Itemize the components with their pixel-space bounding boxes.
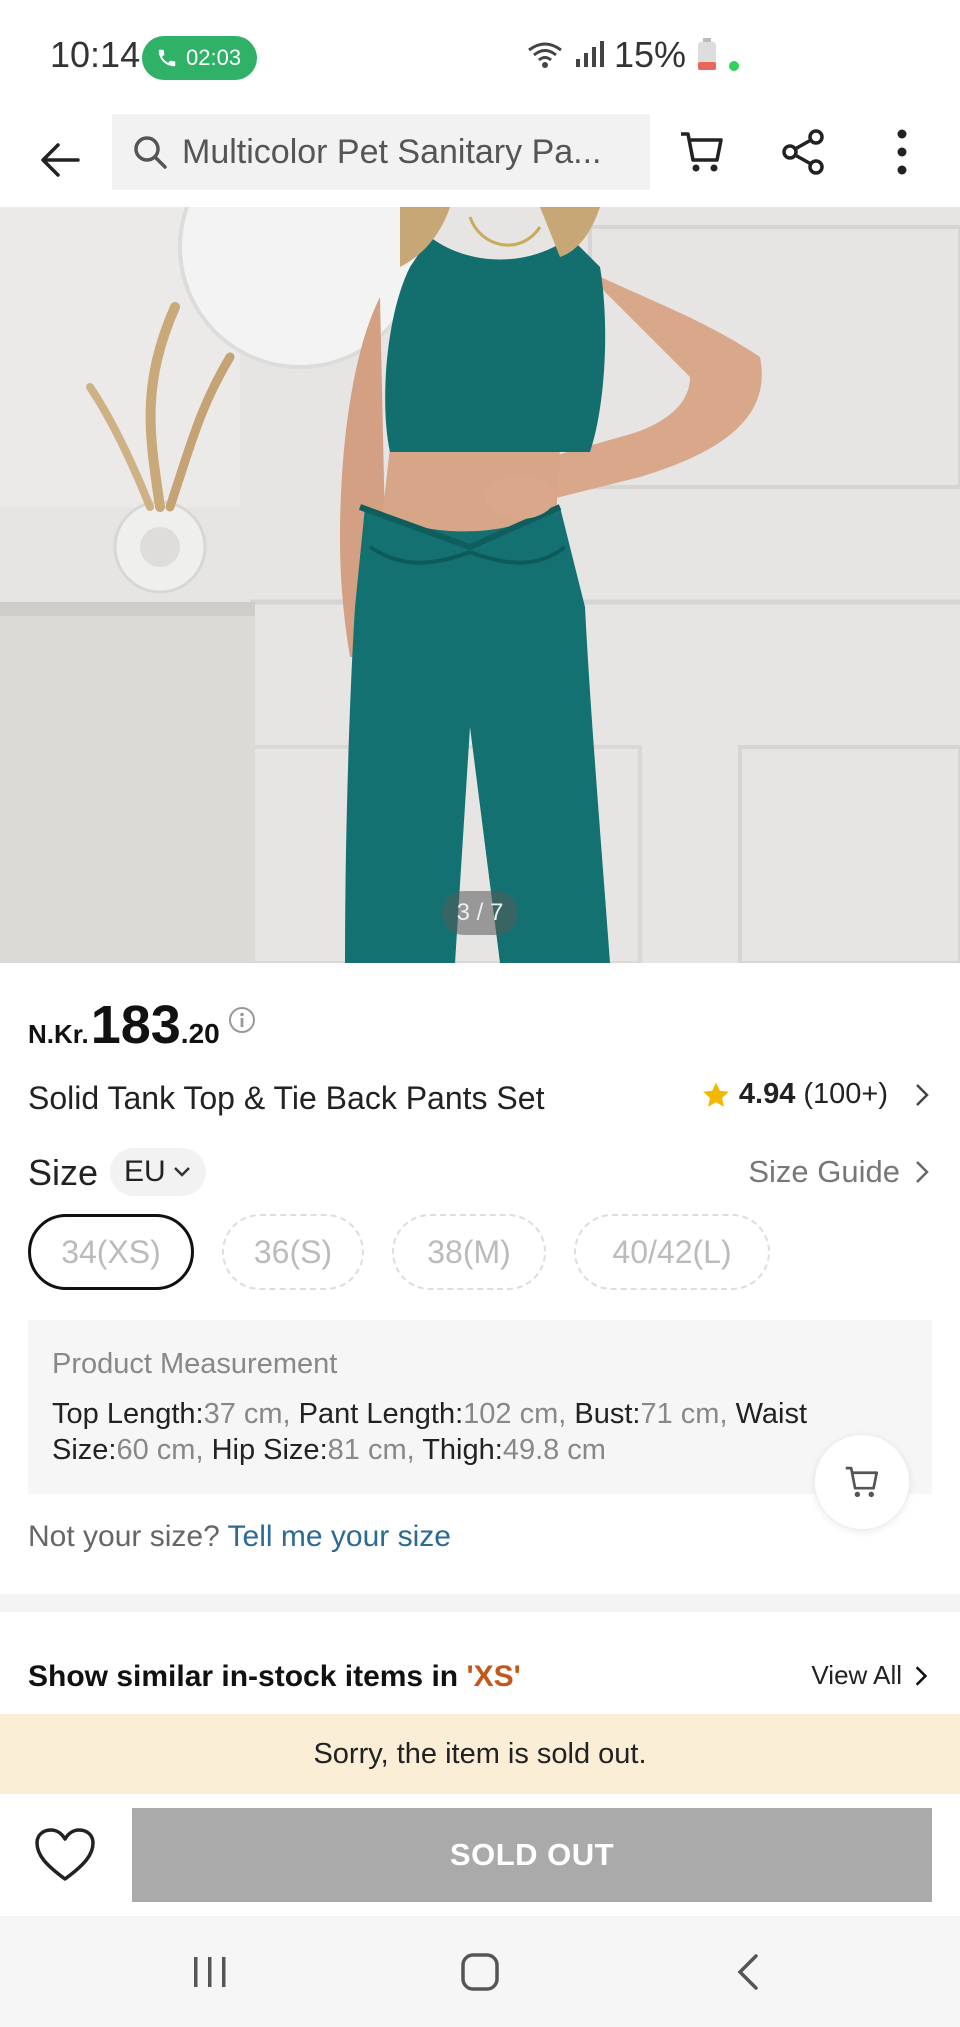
search-bar[interactable]: Multicolor Pet Sanitary Pa... — [112, 114, 650, 190]
recent-apps-icon — [194, 1957, 226, 1987]
measure-label: Thigh: — [422, 1434, 503, 1466]
similar-items-heading: Show similar in-stock items in 'XS' — [28, 1660, 521, 1694]
price-decimal: .20 — [180, 1018, 220, 1049]
back-arrow-icon — [41, 143, 80, 177]
size-option-m[interactable]: 38(M) — [392, 1214, 546, 1290]
product-image-gallery[interactable]: 3 / 7 — [0, 207, 960, 963]
top-navigation: Multicolor Pet Sanitary Pa... — [0, 112, 960, 208]
wishlist-button[interactable] — [32, 1824, 98, 1886]
price-integer: 183 — [90, 995, 181, 1055]
chevron-down-icon — [173, 1167, 190, 1177]
chevron-right-icon — [916, 1161, 929, 1183]
home-icon — [461, 1953, 499, 1991]
view-all-link[interactable]: View All — [811, 1660, 928, 1691]
recent-apps-button[interactable] — [180, 1946, 240, 1998]
sold-out-banner: Sorry, the item is sold out. — [0, 1714, 960, 1794]
size-region: EU — [124, 1155, 166, 1188]
size-options: 34(XS) 36(S) 38(M) 40/42(L) — [28, 1214, 770, 1290]
size-help-question: Not your size? — [28, 1520, 220, 1553]
measure-value: 49.8 cm — [502, 1434, 606, 1466]
floating-cart-button[interactable] — [814, 1434, 910, 1530]
chevron-right-icon — [916, 1083, 929, 1106]
system-navigation-bar — [0, 1916, 960, 2027]
system-back-button[interactable] — [718, 1946, 778, 1998]
info-icon — [229, 1007, 255, 1033]
call-indicator[interactable]: 02:03 — [142, 36, 258, 80]
clock: 10:14 — [50, 34, 141, 75]
size-label: Size — [28, 1152, 99, 1193]
cart-button[interactable] — [672, 122, 732, 182]
product-photo — [0, 207, 960, 963]
size-guide-label: Size Guide — [748, 1154, 900, 1189]
search-icon — [134, 136, 167, 169]
back-button[interactable] — [30, 130, 90, 190]
wifi-icon — [528, 42, 562, 68]
tell-me-your-size-link[interactable]: Tell me your size — [228, 1520, 451, 1553]
star-icon — [703, 1082, 729, 1107]
product-title: Solid Tank Top & Tie Back Pants Set — [28, 1080, 545, 1116]
cart-icon — [845, 1466, 879, 1498]
similar-prefix: Show similar in-stock items in — [28, 1660, 467, 1693]
size-option-xs[interactable]: 34(XS) — [28, 1214, 194, 1290]
measure-value: 71 cm, — [640, 1398, 728, 1430]
battery-icon — [698, 38, 716, 70]
similar-size: 'XS' — [466, 1660, 521, 1693]
back-chevron-icon — [737, 1954, 758, 1990]
rating-count: (100+) — [803, 1078, 888, 1110]
signal-icon — [575, 41, 604, 67]
measurement-values: Top Length:37 cm, Pant Length:102 cm, Bu… — [52, 1396, 852, 1468]
status-bar: 10:14 02:03 15% — [0, 0, 960, 112]
chevron-right-icon — [915, 1665, 928, 1686]
sold-out-button[interactable]: SOLD OUT — [132, 1808, 932, 1902]
measure-value: 81 cm, — [327, 1434, 415, 1466]
phone-icon — [158, 49, 176, 67]
measure-label: Top Length: — [52, 1398, 204, 1430]
measurement-title: Product Measurement — [52, 1348, 338, 1380]
heart-icon — [35, 1828, 95, 1881]
battery-percent: 15% — [613, 34, 686, 75]
share-icon — [782, 129, 824, 175]
measure-value: 60 cm, — [116, 1434, 204, 1466]
product-rating[interactable]: 4.94 (100+) — [701, 1078, 930, 1111]
size-option-l[interactable]: 40/42(L) — [574, 1214, 770, 1290]
measure-label: Hip Size: — [211, 1434, 328, 1466]
more-options-button[interactable] — [872, 122, 932, 182]
price-currency: N.Kr. — [28, 1019, 89, 1049]
image-pager: 3 / 7 — [442, 891, 518, 935]
product-measurement-box: Product Measurement Top Length:37 cm, Pa… — [28, 1320, 932, 1494]
cart-icon — [681, 132, 723, 172]
size-option-s[interactable]: 36(S) — [222, 1214, 364, 1290]
bottom-action-bar: SOLD OUT — [0, 1794, 960, 1916]
measure-label: Pant Length: — [298, 1398, 464, 1430]
call-timer: 02:03 — [186, 45, 242, 70]
price-info-button[interactable] — [228, 1006, 256, 1039]
product-price: N.Kr. 183 .20 — [28, 994, 220, 1056]
charging-dot-icon — [729, 61, 739, 71]
size-region-selector[interactable]: EU — [110, 1148, 206, 1196]
more-icon — [897, 129, 907, 175]
measure-value: 37 cm, — [203, 1398, 291, 1430]
status-icons: 15% — [526, 34, 740, 76]
home-button[interactable] — [450, 1946, 510, 1998]
view-all-label: View All — [811, 1660, 902, 1690]
size-guide-link[interactable]: Size Guide — [748, 1154, 930, 1190]
rating-score: 4.94 — [738, 1078, 796, 1110]
measure-label: Bust: — [574, 1398, 641, 1430]
search-query: Multicolor Pet Sanitary Pa... — [182, 132, 602, 171]
measure-value: 102 cm, — [463, 1398, 567, 1430]
share-button[interactable] — [774, 122, 834, 182]
size-help: Not your size? Tell me your size — [28, 1520, 451, 1554]
section-divider — [0, 1594, 960, 1612]
